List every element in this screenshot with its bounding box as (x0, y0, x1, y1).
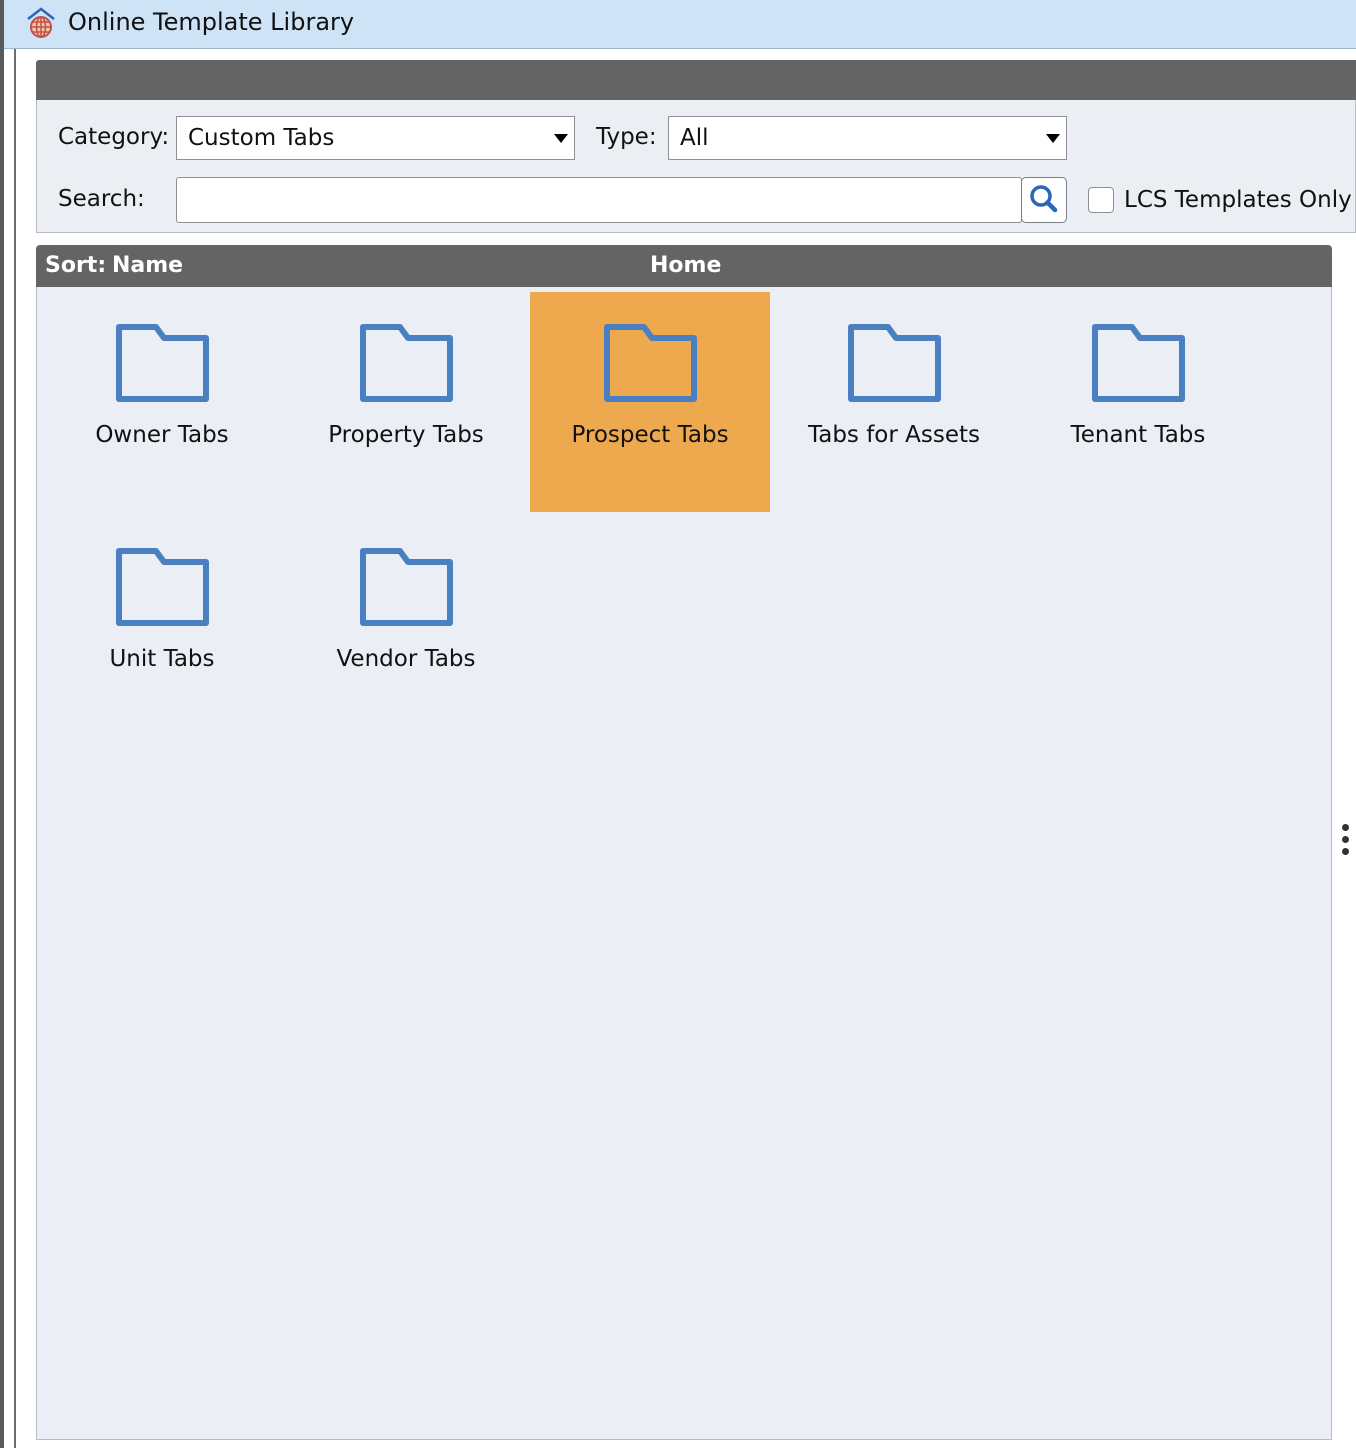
window-titlebar[interactable]: Online Template Library (4, 0, 1356, 49)
folder-label: Unit Tabs (109, 646, 215, 672)
magnifier-icon (1030, 185, 1058, 213)
folder-icon (604, 324, 697, 402)
folder-label: Prospect Tabs (571, 422, 729, 448)
search-input[interactable] (176, 177, 1022, 223)
folder-unit-tabs[interactable]: Unit Tabs (42, 516, 282, 736)
folder-icon (1092, 324, 1185, 402)
folder-vendor-tabs[interactable]: Vendor Tabs (286, 516, 526, 736)
lcs-only-label[interactable]: LCS Templates Only (1124, 187, 1352, 213)
window-left-edge (0, 0, 4, 1448)
folder-tenant-tabs[interactable]: Tenant Tabs (1018, 292, 1258, 512)
category-label: Category: (58, 124, 170, 150)
lcs-only-checkbox[interactable] (1088, 187, 1114, 213)
folder-icon (116, 548, 209, 626)
folder-tabs-for-assets[interactable]: Tabs for Assets (774, 292, 1014, 512)
folder-owner-tabs[interactable]: Owner Tabs (42, 292, 282, 512)
folder-label: Tabs for Assets (807, 422, 981, 448)
type-label: Type: (596, 124, 657, 150)
window-title: Online Template Library (68, 8, 355, 36)
sort-value-button[interactable]: Name (112, 253, 183, 278)
type-select-value: All (680, 125, 709, 151)
sort-bar: Sort: Name Home (36, 245, 1332, 287)
panel-header-bar (36, 60, 1356, 100)
folder-label: Owner Tabs (95, 422, 229, 448)
search-label: Search: (58, 186, 145, 212)
type-select[interactable]: All (668, 116, 1067, 160)
folder-label: Vendor Tabs (336, 646, 476, 672)
folder-property-tabs[interactable]: Property Tabs (286, 292, 526, 512)
chevron-down-icon (1046, 134, 1060, 143)
vertical-ellipsis-icon[interactable] (1341, 824, 1351, 864)
folder-icon (848, 324, 941, 402)
folder-prospect-tabs[interactable]: Prospect Tabs (530, 292, 770, 512)
folder-icon (360, 548, 453, 626)
category-select-value: Custom Tabs (188, 125, 335, 151)
folder-label: Property Tabs (328, 422, 484, 448)
chevron-down-icon (554, 134, 568, 143)
folder-label: Tenant Tabs (1070, 422, 1206, 448)
folder-icon (360, 324, 453, 402)
search-button[interactable] (1021, 177, 1067, 223)
category-select[interactable]: Custom Tabs (176, 116, 575, 160)
folder-icon (116, 324, 209, 402)
breadcrumb-location[interactable]: Home (650, 253, 721, 278)
library-globe-icon (27, 7, 55, 38)
sort-label: Sort: (45, 253, 107, 278)
